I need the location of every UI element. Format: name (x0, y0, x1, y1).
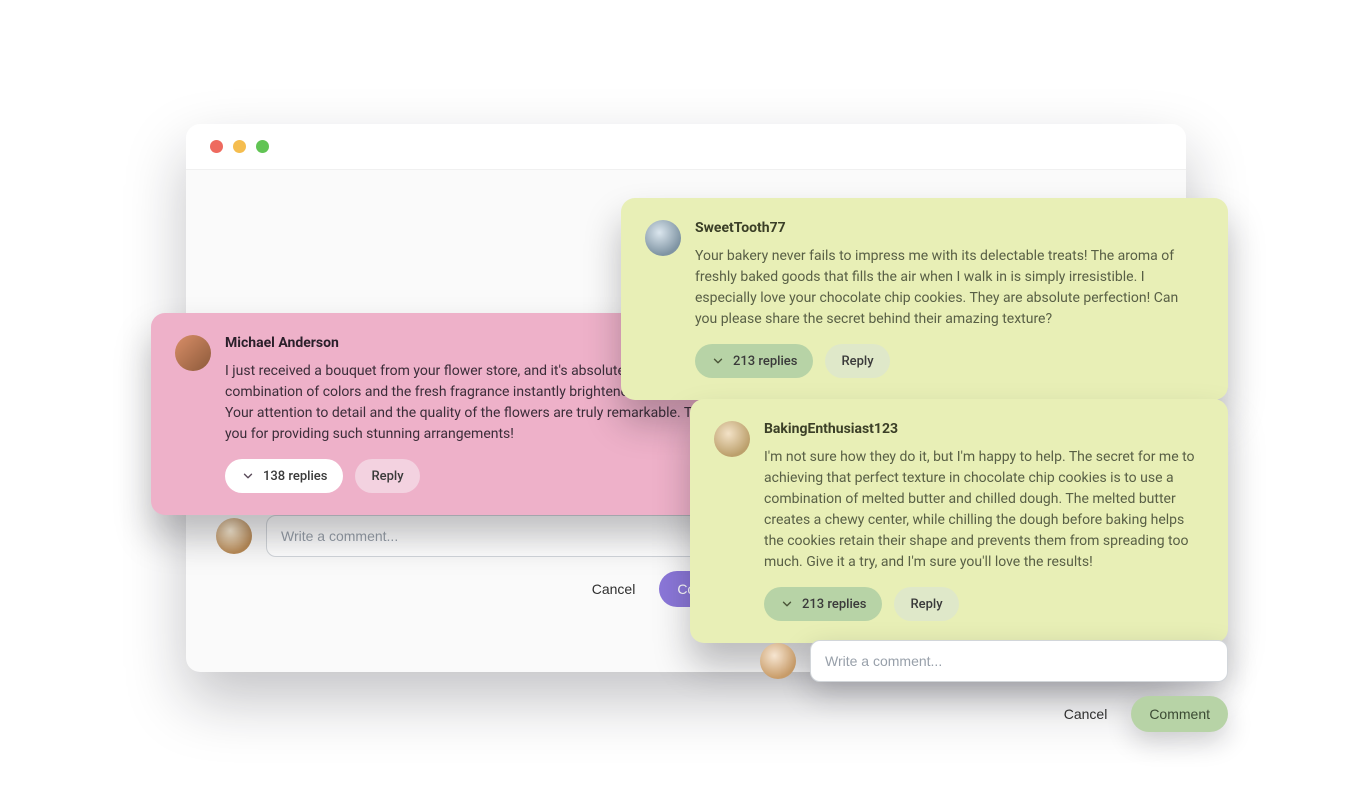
comment-input[interactable] (266, 515, 756, 557)
avatar (175, 335, 211, 371)
avatar (714, 421, 750, 457)
comment-text: I'm not sure how they do it, but I'm hap… (764, 447, 1200, 573)
window-maximize-icon[interactable] (256, 140, 269, 153)
comment-composer-left: Cancel Comment (216, 515, 756, 607)
chevron-down-icon (711, 354, 725, 368)
comment-username: BakingEnthusiast123 (764, 421, 1200, 437)
chevron-down-icon (780, 597, 794, 611)
window-close-icon[interactable] (210, 140, 223, 153)
replies-count-label: 213 replies (733, 354, 797, 369)
reply-button[interactable]: Reply (355, 459, 419, 493)
reply-label: Reply (841, 354, 873, 369)
avatar (645, 220, 681, 256)
avatar (216, 518, 252, 554)
window-titlebar (186, 124, 1186, 170)
comment-text: Your bakery never fails to impress me wi… (695, 246, 1200, 330)
replies-toggle[interactable]: 213 replies (695, 344, 813, 378)
replies-toggle[interactable]: 138 replies (225, 459, 343, 493)
comment-card-yellow-2: BakingEnthusiast123 I'm not sure how the… (690, 399, 1228, 643)
chevron-down-icon (241, 469, 255, 483)
cancel-button[interactable]: Cancel (586, 573, 642, 605)
replies-count-label: 213 replies (802, 597, 866, 612)
window-minimize-icon[interactable] (233, 140, 246, 153)
reply-button[interactable]: Reply (894, 587, 958, 621)
comment-composer-right: Cancel Comment (760, 640, 1228, 732)
reply-label: Reply (910, 597, 942, 612)
avatar (760, 643, 796, 679)
replies-toggle[interactable]: 213 replies (764, 587, 882, 621)
comment-username: SweetTooth77 (695, 220, 1200, 236)
reply-button[interactable]: Reply (825, 344, 889, 378)
cancel-button[interactable]: Cancel (1058, 698, 1114, 730)
comment-card-yellow-1: SweetTooth77 Your bakery never fails to … (621, 198, 1228, 400)
comment-button[interactable]: Comment (1131, 696, 1228, 732)
reply-label: Reply (371, 469, 403, 484)
replies-count-label: 138 replies (263, 469, 327, 484)
comment-input[interactable] (810, 640, 1228, 682)
